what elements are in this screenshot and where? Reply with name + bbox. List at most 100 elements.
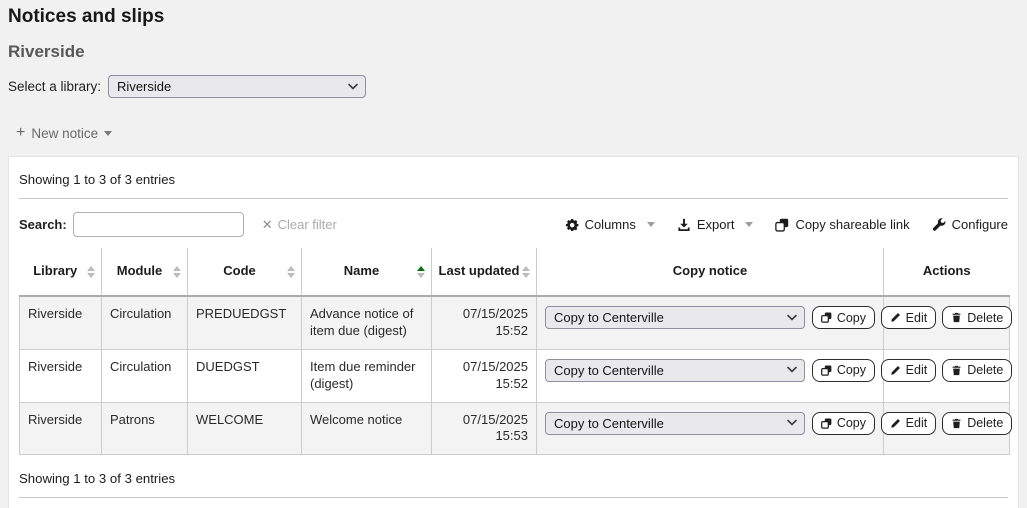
cell-library: Riverside xyxy=(19,348,102,403)
column-header-name[interactable]: Name xyxy=(301,248,432,297)
download-icon xyxy=(678,218,690,231)
columns-button[interactable]: Columns xyxy=(565,217,655,232)
search-label: Search: xyxy=(19,217,67,232)
edit-button[interactable]: Edit xyxy=(880,358,937,382)
caret-down-icon xyxy=(104,130,113,136)
delete-button[interactable]: Delete xyxy=(942,411,1013,435)
delete-button[interactable]: Delete xyxy=(942,358,1013,382)
trash-icon xyxy=(952,418,961,428)
cell-code: PREDUEDGST xyxy=(187,295,302,350)
cell-actions: Edit Delete xyxy=(880,401,1013,456)
sort-arrows-icon xyxy=(417,265,425,278)
search-group: Search: ✕ Clear filter xyxy=(19,212,343,237)
copy-button[interactable]: Copy xyxy=(811,411,875,435)
copy-target-select-wrapper: Copy to Centerville xyxy=(545,358,805,382)
page: Notices and slips Riverside Select a lib… xyxy=(0,6,1027,508)
column-header-module[interactable]: Module xyxy=(101,248,188,297)
table-row: Riverside Patrons WELCOME Welcome notice… xyxy=(19,401,1013,456)
edit-button[interactable]: Edit xyxy=(880,306,937,329)
cell-code: WELCOME xyxy=(187,401,302,456)
trash-icon xyxy=(952,312,961,323)
cell-name: Welcome notice xyxy=(301,401,432,456)
notices-panel: Showing 1 to 3 of 3 entries Search: ✕ Cl… xyxy=(8,156,1019,508)
divider xyxy=(19,497,1008,499)
table-header-row: Library Module Code Name Last updated Co… xyxy=(19,248,1010,297)
wrench-icon xyxy=(932,217,946,231)
sort-arrows-icon xyxy=(173,265,181,278)
copy-target-select[interactable]: Copy to Centerville xyxy=(545,411,805,435)
cell-actions: Edit Delete xyxy=(880,348,1013,403)
column-header-code[interactable]: Code xyxy=(187,248,302,297)
cell-module: Circulation xyxy=(101,348,188,403)
sort-arrows-icon xyxy=(287,265,295,278)
column-header-actions: Actions xyxy=(883,248,1010,297)
cell-module: Circulation xyxy=(101,295,188,350)
sort-arrows-icon xyxy=(87,265,95,278)
showing-entries-bottom: Showing 1 to 3 of 3 entries xyxy=(19,471,176,487)
x-icon: ✕ xyxy=(261,216,273,232)
column-header-library[interactable]: Library xyxy=(19,248,102,297)
cell-copy-notice: Copy to Centerville Copy xyxy=(536,295,884,350)
copy-target-select-wrapper: Copy to Centerville xyxy=(545,306,805,329)
cell-last-updated: 07/15/2025 15:53 xyxy=(431,401,537,456)
columns-label: Columns xyxy=(584,217,636,232)
cell-copy-notice: Copy to Centerville Copy xyxy=(536,401,884,456)
cell-copy-notice: Copy to Centerville Copy xyxy=(536,348,884,403)
cell-code: DUEDGST xyxy=(187,348,302,403)
select-library-label: Select a library: xyxy=(8,79,102,94)
table-row: Riverside Circulation PREDUEDGST Advance… xyxy=(19,295,1013,350)
clear-filter-label: Clear filter xyxy=(277,217,337,232)
library-select-row: Select a library: Riverside xyxy=(8,75,1019,98)
copy-icon xyxy=(775,218,789,232)
delete-button[interactable]: Delete xyxy=(942,306,1013,329)
cell-library: Riverside xyxy=(19,401,102,456)
cell-last-updated: 07/15/2025 15:52 xyxy=(431,295,537,350)
caret-down-icon xyxy=(745,222,754,227)
divider xyxy=(19,198,1008,199)
copy-icon xyxy=(820,365,832,376)
sort-arrows-icon xyxy=(522,265,530,278)
gear-icon xyxy=(565,218,578,231)
copy-button[interactable]: Copy xyxy=(811,306,875,329)
pencil-icon xyxy=(890,418,900,428)
plus-icon: + xyxy=(16,124,26,141)
column-header-copy-notice: Copy notice xyxy=(536,248,884,297)
copy-shareable-link-label: Copy shareable link xyxy=(795,217,910,232)
cell-library: Riverside xyxy=(19,295,102,350)
clear-filter-button[interactable]: ✕ Clear filter xyxy=(256,216,343,234)
showing-entries-top: Showing 1 to 3 of 3 entries xyxy=(19,172,176,187)
export-button[interactable]: Export xyxy=(677,217,754,232)
new-notice-button[interactable]: + New notice xyxy=(16,124,113,141)
column-header-last-updated[interactable]: Last updated xyxy=(431,248,537,297)
configure-label: Configure xyxy=(951,217,1008,232)
edit-button[interactable]: Edit xyxy=(880,411,937,435)
copy-icon xyxy=(820,312,832,323)
configure-button[interactable]: Configure xyxy=(932,217,1008,232)
cell-actions: Edit Delete xyxy=(880,295,1013,350)
table-row: Riverside Circulation DUEDGST Item due r… xyxy=(19,348,1013,403)
cell-module: Patrons xyxy=(101,401,188,456)
table-toolbar: Search: ✕ Clear filter Columns Export Co… xyxy=(19,212,1008,237)
search-input[interactable] xyxy=(72,212,244,237)
cell-name: Advance notice of item due (digest) xyxy=(301,295,432,350)
notices-table: Library Module Code Name Last updated Co… xyxy=(19,248,1013,456)
trash-icon xyxy=(952,365,961,375)
copy-icon xyxy=(820,418,832,429)
copy-button[interactable]: Copy xyxy=(811,358,875,382)
copy-target-select[interactable]: Copy to Centerville xyxy=(545,306,805,329)
library-heading: Riverside xyxy=(8,42,85,61)
library-select[interactable]: Riverside xyxy=(108,75,367,98)
export-label: Export xyxy=(696,217,735,232)
table-tools: Columns Export Copy shareable link Confi… xyxy=(565,217,1008,232)
copy-target-select[interactable]: Copy to Centerville xyxy=(545,358,805,382)
page-title: Notices and slips xyxy=(8,6,165,27)
cell-last-updated: 07/15/2025 15:52 xyxy=(431,348,537,403)
new-notice-label: New notice xyxy=(31,125,99,141)
caret-down-icon xyxy=(646,222,655,227)
copy-target-select-wrapper: Copy to Centerville xyxy=(545,411,805,435)
pencil-icon xyxy=(890,313,900,322)
library-select-wrapper: Riverside xyxy=(108,75,367,98)
cell-name: Item due reminder (digest) xyxy=(301,348,432,403)
pencil-icon xyxy=(890,365,900,375)
copy-shareable-link-button[interactable]: Copy shareable link xyxy=(775,217,910,232)
